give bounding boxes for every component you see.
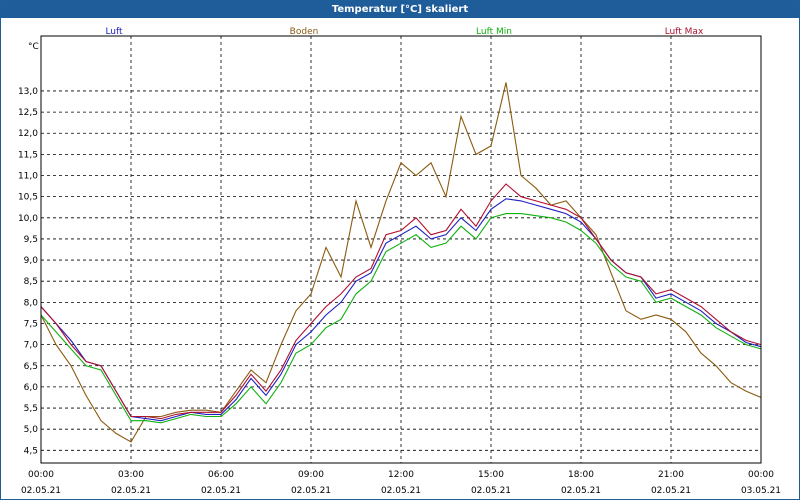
x-tick-time: 21:00 bbox=[658, 470, 684, 480]
x-tick-time: 09:00 bbox=[298, 470, 324, 480]
x-axis-ticks: 00:00 02.05.21 03:00 02.05.21 06:00 02.05.21 0… bbox=[21, 470, 781, 496]
legend-boden: Boden bbox=[290, 27, 319, 37]
x-tick-date: 02.05.21 bbox=[561, 486, 601, 496]
temperature-chart: °C 4,5 5,0 5,5 6,0 6,5 7,0 7,5 8,0 8,5 9,0 9,5 10,0… bbox=[18, 27, 781, 496]
x-tick-date: 02.05.21 bbox=[291, 486, 331, 496]
chart-window: Temperatur [°C] skaliert °C 4,5 5,0 5,5 6,0… bbox=[0, 0, 800, 500]
y-tick-label: 4,5 bbox=[24, 446, 38, 456]
y-tick-label: 7,0 bbox=[24, 341, 39, 351]
y-tick-label: 7,5 bbox=[24, 319, 38, 329]
x-tick-time: 18:00 bbox=[568, 470, 594, 480]
y-tick-label: 9,0 bbox=[24, 256, 39, 266]
y-tick-label: 12,0 bbox=[18, 129, 38, 139]
x-tick-time: 03:00 bbox=[118, 470, 144, 480]
y-tick-label: 12,5 bbox=[18, 108, 38, 118]
x-tick-date: 02.05.21 bbox=[381, 486, 421, 496]
x-tick-date: 02.05.21 bbox=[471, 486, 511, 496]
x-tick-date: 02.05.21 bbox=[21, 486, 61, 496]
y-tick-label: 8,5 bbox=[24, 277, 38, 287]
x-tick-date: 02.05.21 bbox=[111, 486, 151, 496]
grid bbox=[41, 36, 761, 463]
y-tick-label: 11,0 bbox=[18, 172, 38, 182]
y-tick-label: 5,5 bbox=[24, 404, 38, 414]
series-line-luft bbox=[40, 198, 762, 422]
series-lines bbox=[40, 82, 762, 443]
y-tick-label: 11,5 bbox=[18, 150, 38, 160]
y-tick-label: 10,5 bbox=[18, 193, 38, 203]
x-tick-time: 00:00 bbox=[28, 470, 54, 480]
x-tick-time: 00:00 bbox=[748, 470, 774, 480]
x-tick-date: 02.05.21 bbox=[201, 486, 241, 496]
x-tick-time: 15:00 bbox=[478, 470, 504, 480]
y-tick-label: 10,0 bbox=[18, 214, 38, 224]
x-tick-date: 03.05.21 bbox=[741, 486, 781, 496]
y-tick-label: 13,0 bbox=[18, 87, 38, 97]
y-axis-ticks: 4,5 5,0 5,5 6,0 6,5 7,0 7,5 8,0 8,5 9,0 9,5 10,0 10,… bbox=[18, 87, 38, 456]
series-line-boden bbox=[40, 82, 762, 443]
y-tick-label: 6,0 bbox=[24, 383, 39, 393]
x-tick-time: 06:00 bbox=[208, 470, 234, 480]
y-tick-label: 5,0 bbox=[24, 425, 39, 435]
legend-luft-max: Luft Max bbox=[665, 27, 704, 37]
legend-luft: Luft bbox=[105, 27, 123, 37]
y-tick-label: 8,0 bbox=[24, 298, 39, 308]
y-unit-label: °C bbox=[28, 42, 39, 52]
x-tick-date: 02.05.21 bbox=[651, 486, 691, 496]
x-tick-time: 12:00 bbox=[388, 470, 414, 480]
legend-luft-min: Luft Min bbox=[476, 27, 512, 37]
y-tick-label: 9,5 bbox=[24, 235, 38, 245]
y-tick-label: 6,5 bbox=[24, 362, 38, 372]
